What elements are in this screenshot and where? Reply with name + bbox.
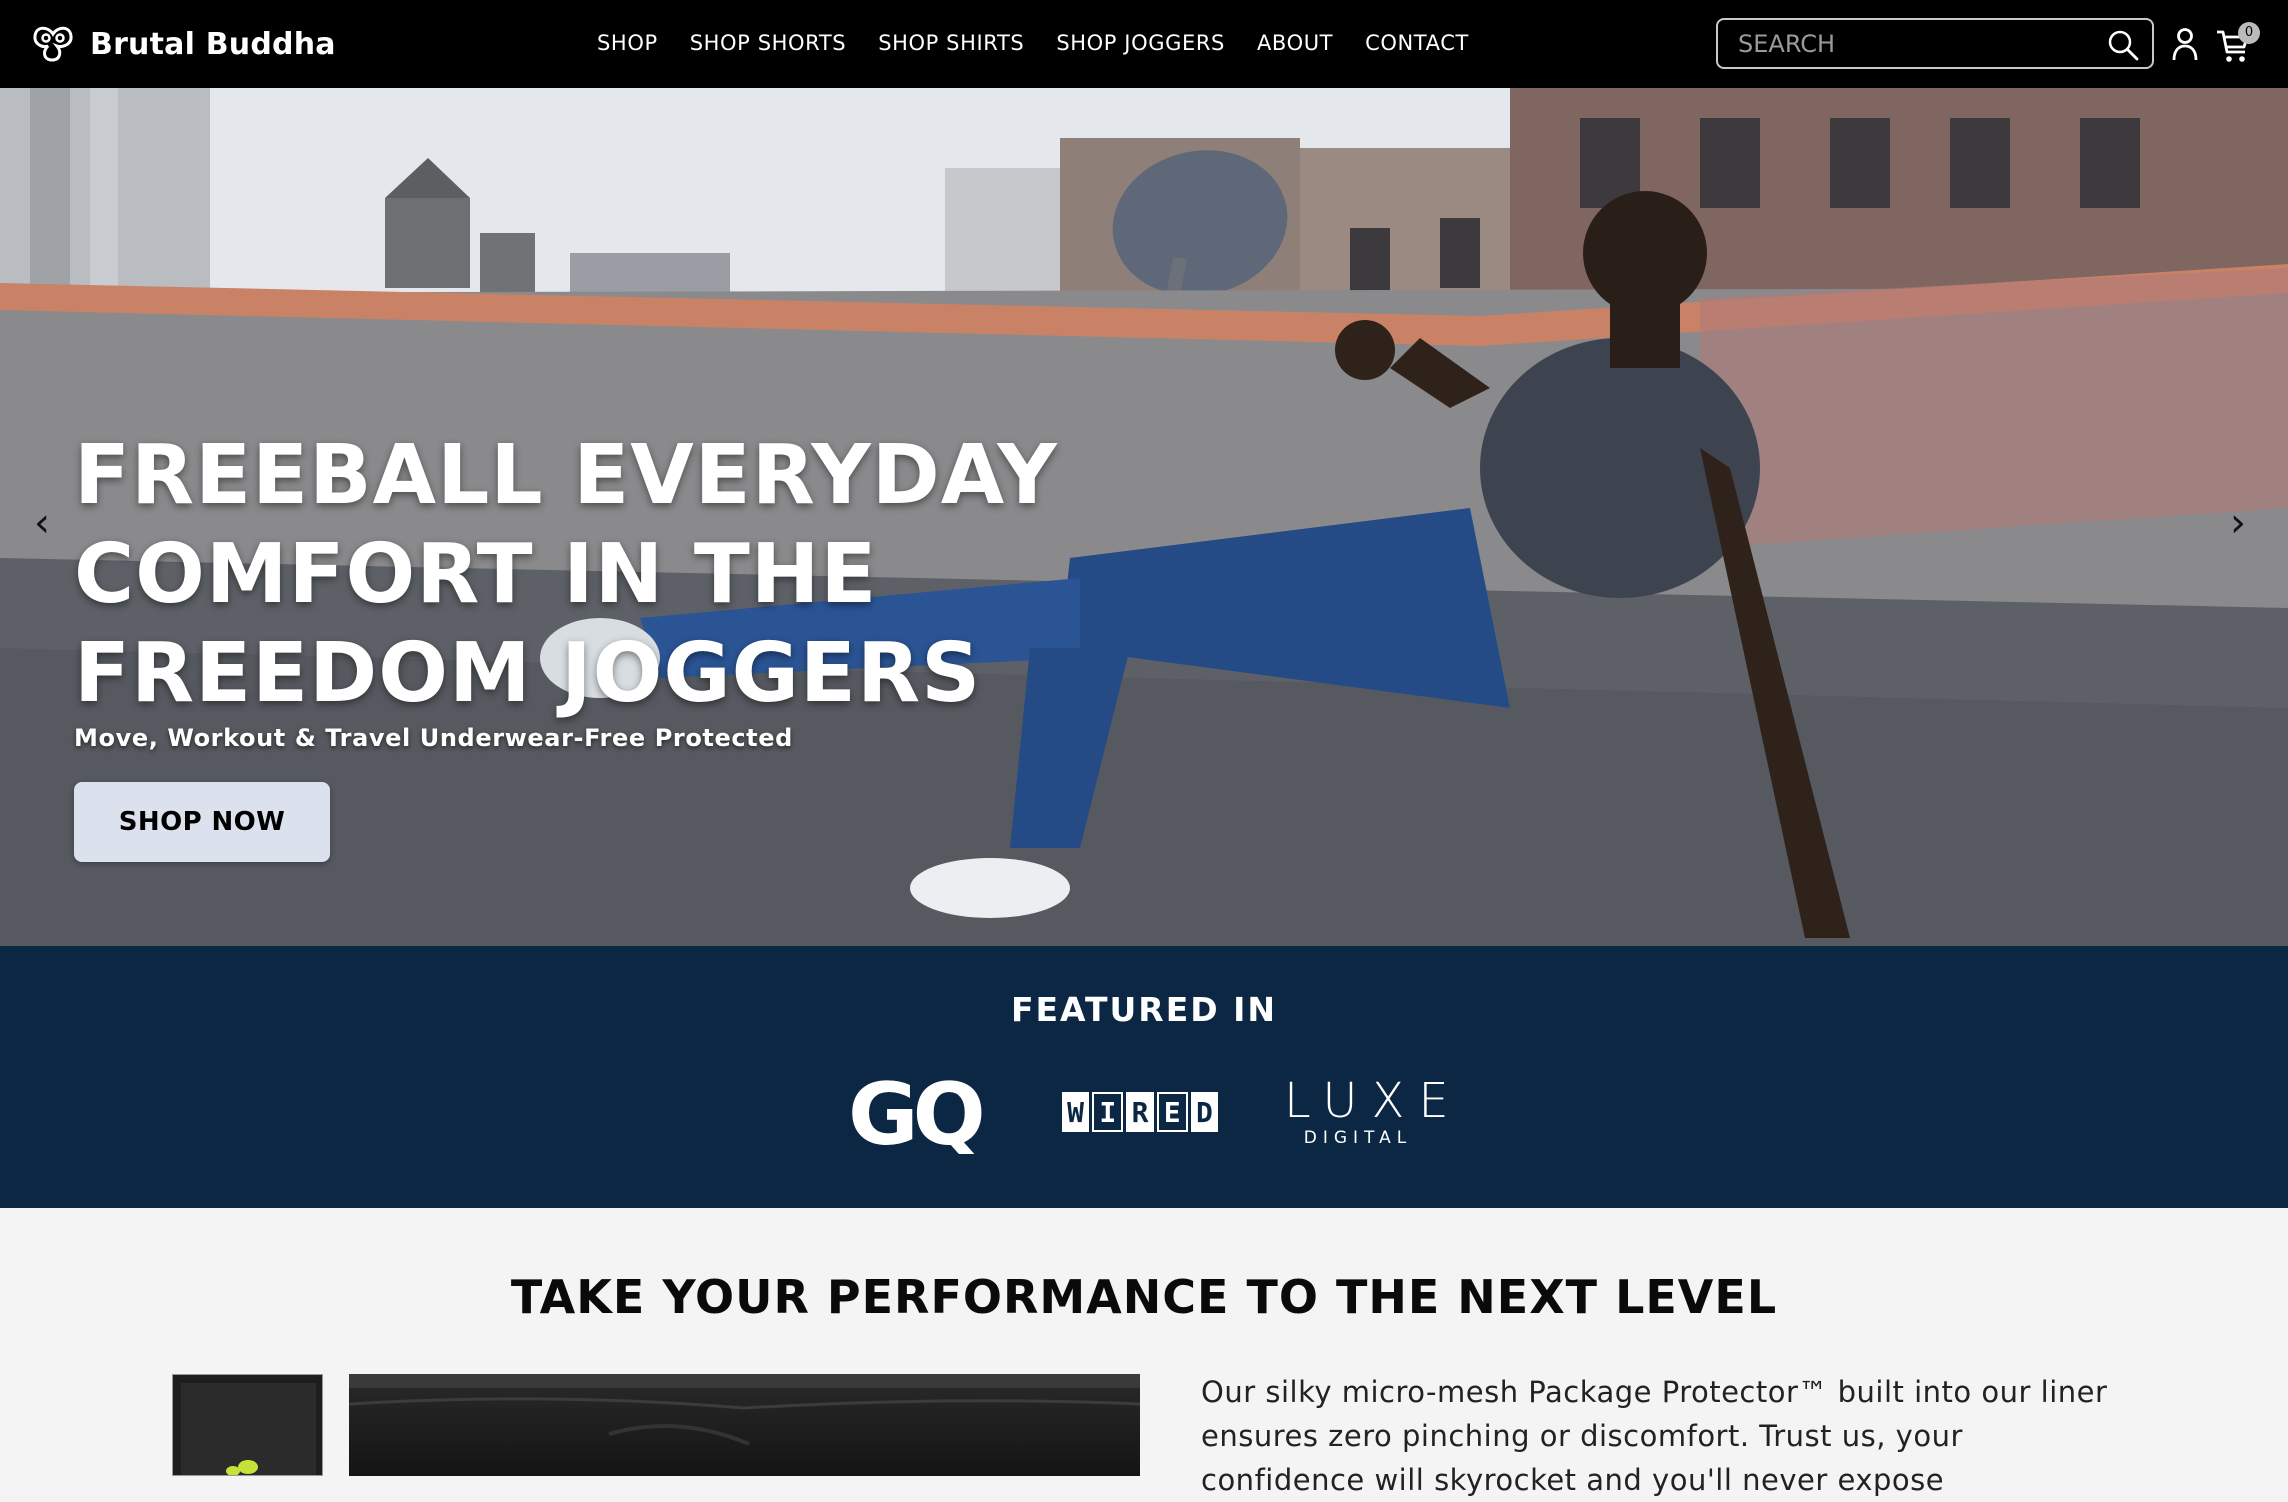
nav-about[interactable]: ABOUT <box>1257 31 1333 55</box>
featured-in-title: FEATURED IN <box>1010 990 1278 1029</box>
wired-letter: I <box>1092 1092 1124 1132</box>
nav-shop-shorts[interactable]: SHOP SHORTS <box>690 31 846 55</box>
wired-letter: W <box>1062 1092 1090 1132</box>
wired-logo: W I R E D <box>1062 1092 1219 1132</box>
luxe-logo-main: LUXE <box>1284 1073 1463 1129</box>
performance-description: Our silky micro-mesh Package Protector™ … <box>1201 1375 2108 1497</box>
nav-shop[interactable]: SHOP <box>597 31 658 55</box>
account-icon[interactable] <box>2170 26 2200 62</box>
brand-logo-icon <box>33 26 73 62</box>
performance-heading: TAKE YOUR PERFORMANCE TO THE NEXT LEVEL <box>510 1270 1778 1324</box>
hero-heading-line: COMFORT IN THE <box>74 527 878 622</box>
wired-letter: E <box>1156 1092 1188 1132</box>
cart-count-badge: 0 <box>2238 22 2260 44</box>
featured-in-section: FEATURED IN GQ W I R E D LUXE DIGITAL <box>0 946 2288 1208</box>
wired-letter: R <box>1126 1092 1154 1132</box>
carousel-prev-button[interactable]: ‹ <box>22 493 62 553</box>
wired-letter: D <box>1190 1092 1219 1132</box>
product-main-image <box>349 1374 1140 1476</box>
nav-shop-shirts[interactable]: SHOP SHIRTS <box>878 31 1024 55</box>
search-input[interactable] <box>1718 29 2088 58</box>
search-icon[interactable] <box>2106 28 2140 62</box>
product-main-image-graphic <box>349 1374 1140 1446</box>
hero-heading-line: FREEDOM JOGGERS <box>74 626 982 721</box>
luxe-logo-sub: DIGITAL <box>1303 1128 1413 1148</box>
gq-logo: GQ <box>848 1074 988 1154</box>
brand-logo[interactable]: Brutal Buddha <box>30 22 336 66</box>
brand-name: Brutal Buddha <box>90 26 336 62</box>
search-box <box>1716 18 2154 69</box>
product-thumbnail[interactable] <box>172 1374 323 1476</box>
hero-heading-line: FREEBALL EVERYDAY <box>74 428 1058 523</box>
nav-contact[interactable]: CONTACT <box>1365 31 1469 55</box>
shop-now-button[interactable]: SHOP NOW <box>74 782 330 862</box>
nav-shop-joggers[interactable]: SHOP JOGGERS <box>1056 31 1225 55</box>
product-thumbnail-image <box>173 1375 322 1475</box>
luxe-digital-logo: LUXE DIGITAL <box>1270 1073 1463 1148</box>
hero-subheading: Move, Workout & Travel Underwear-Free Pr… <box>74 724 793 752</box>
hero-banner: ‹ › FREEBALL EVERYDAY COMFORT IN THE FRE… <box>0 88 2288 946</box>
carousel-next-button[interactable]: › <box>2218 493 2258 553</box>
gq-logo-text: GQ <box>848 1074 982 1154</box>
main-nav: SHOP SHOP SHORTS SHOP SHIRTS SHOP JOGGER… <box>597 28 1469 58</box>
hero-heading: FREEBALL EVERYDAY COMFORT IN THE FREEDOM… <box>74 426 1174 723</box>
site-header: Brutal Buddha SHOP SHOP SHORTS SHOP SHIR… <box>0 0 2288 88</box>
